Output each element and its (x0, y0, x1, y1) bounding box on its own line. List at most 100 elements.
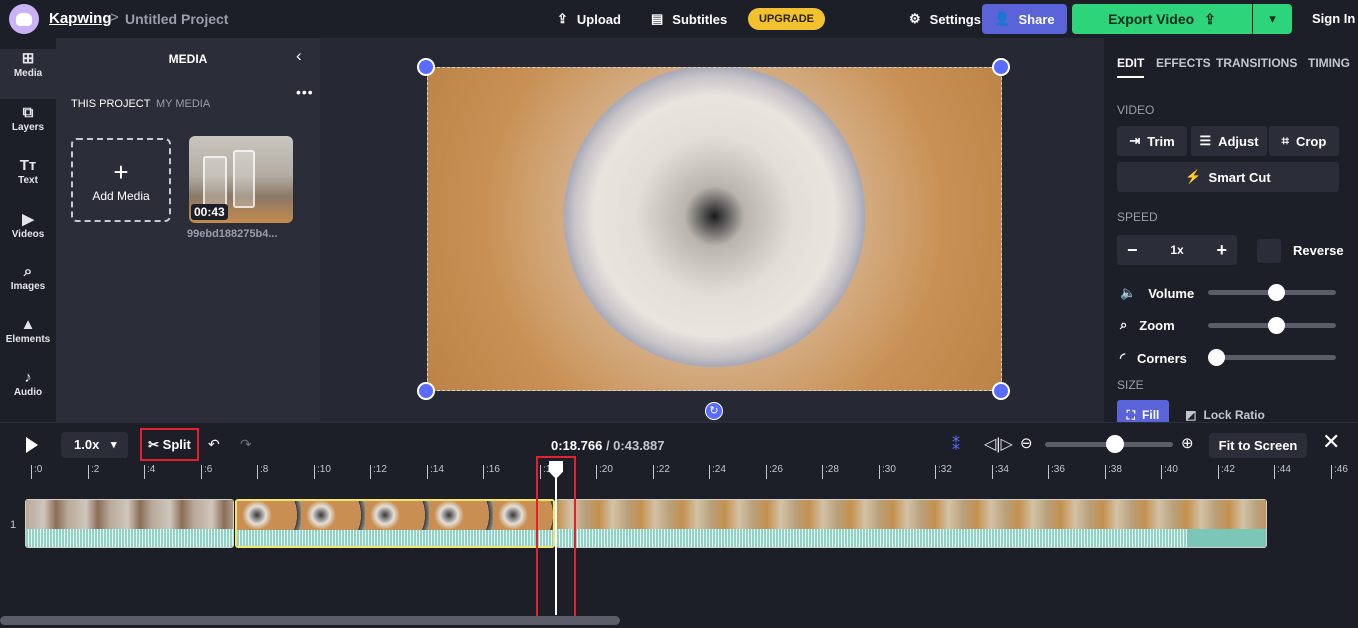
plus-icon[interactable]: + (1216, 240, 1227, 261)
smart-cut-button[interactable]: ⚡ Smart Cut (1117, 162, 1339, 192)
crop-icon: ⌗ (1281, 133, 1289, 148)
volume-slider[interactable] (1208, 284, 1336, 301)
ruler-tick: :20 (596, 465, 613, 479)
rotate-handle-icon[interactable]: ↻ (705, 402, 723, 420)
upgrade-button[interactable]: UPGRADE (748, 8, 825, 30)
split-view-icon[interactable]: ◁|▷ (984, 434, 1013, 454)
subtitles-icon: ▤ (651, 11, 664, 26)
close-icon[interactable]: ✕ (1322, 429, 1340, 455)
tab-my-media[interactable]: MY MEDIA (156, 98, 210, 110)
brand-link[interactable]: Kapwing (49, 10, 112, 27)
more-options-icon[interactable]: ••• (296, 84, 314, 100)
corners-slider[interactable] (1208, 349, 1336, 366)
playback-speed-select[interactable]: 1.0x ▾ (61, 432, 128, 458)
smart-cut-label: Smart Cut (1208, 169, 1271, 185)
zoom-slider[interactable] (1208, 317, 1336, 334)
canvas-area: ↻ (320, 38, 1104, 422)
volume-label: Volume (1148, 285, 1195, 301)
tool-images[interactable]: ⌕ Images (0, 263, 56, 313)
ruler-tick: :44 (1274, 465, 1291, 479)
adjust-icon: ☰ (1199, 133, 1212, 148)
volume-slider-knob[interactable] (1268, 284, 1285, 301)
play-icon[interactable] (26, 437, 38, 453)
tool-media[interactable]: ⊞ Media (0, 49, 56, 99)
tool-elements[interactable]: ▲ Elements (0, 316, 56, 366)
tool-videos[interactable]: ▶ Videos (0, 210, 56, 260)
ruler-tick: :26 (766, 465, 783, 479)
kapwing-logo[interactable] (9, 4, 39, 34)
tab-this-project[interactable]: THIS PROJECT (71, 98, 150, 110)
resize-handle-top-left[interactable] (417, 58, 435, 76)
ruler-tick: :2 (88, 465, 99, 479)
corners-row: ◜ Corners (1120, 350, 1187, 366)
timeline-zoom-slider[interactable] (1045, 435, 1173, 453)
tab-transitions[interactable]: TRANSITIONS (1216, 56, 1297, 70)
collapse-panel-icon[interactable]: ‹ (296, 46, 302, 66)
subtitles-label: Subtitles (672, 11, 728, 27)
timeline-zoom-knob[interactable] (1106, 435, 1124, 453)
corners-slider-knob[interactable] (1208, 349, 1225, 366)
current-time: 0:18.766 (551, 438, 603, 453)
speed-section-heading: SPEED (1117, 210, 1158, 224)
resize-handle-bottom-left[interactable] (417, 382, 435, 400)
timeline-clip-selected[interactable] (235, 499, 555, 548)
export-video-button[interactable]: Export Video ⇪ (1072, 4, 1252, 34)
zoom-out-icon[interactable]: ⊖ (1020, 434, 1033, 452)
trim-icon: ⇥ (1129, 133, 1141, 148)
tool-text[interactable]: Tт Text (0, 157, 56, 207)
add-media-button[interactable]: + Add Media (71, 138, 171, 222)
redo-icon[interactable]: ↷ (240, 436, 252, 453)
clip-waveform (237, 530, 553, 546)
fit-to-screen-button[interactable]: Fit to Screen (1209, 433, 1307, 458)
ruler-tick: :12 (370, 465, 387, 479)
lightning-icon: ⚡ (1185, 169, 1202, 184)
zoom-slider-knob[interactable] (1268, 317, 1285, 334)
share-button[interactable]: 👤 Share (982, 4, 1067, 34)
reverse-checkbox[interactable] (1257, 239, 1281, 263)
project-title[interactable]: Untitled Project (125, 11, 228, 27)
sign-in-link[interactable]: Sign In (1312, 11, 1355, 26)
lock-ratio-label: Lock Ratio (1203, 408, 1265, 422)
resize-handle-top-right[interactable] (992, 58, 1010, 76)
minus-icon[interactable]: − (1127, 240, 1138, 261)
timeline-ruler[interactable]: :0 :2 :4 :6 :8 :10 :12 :14 :16 :18 :20 :… (26, 465, 1358, 479)
lock-ratio-toggle[interactable]: ◩ Lock Ratio (1175, 400, 1275, 422)
crop-button[interactable]: ⌗ Crop (1269, 126, 1339, 156)
thumbnail-glass (203, 156, 227, 208)
ruler-tick: :6 (201, 465, 212, 479)
tab-timing[interactable]: TIMING (1308, 56, 1350, 70)
video-preview[interactable] (427, 67, 1002, 391)
split-button[interactable]: ✂ Split (140, 428, 199, 461)
subtitles-button[interactable]: ▤ Subtitles (651, 11, 727, 27)
upload-button[interactable]: ⇪ Upload (557, 11, 621, 27)
adjust-button[interactable]: ☰ Adjust (1191, 126, 1267, 156)
clip-frames (26, 500, 233, 529)
tab-effects[interactable]: EFFECTS (1156, 56, 1211, 70)
add-media-label: Add Media (92, 189, 150, 203)
plus-icon: + (113, 157, 129, 187)
tool-label: Media (13, 68, 43, 79)
tool-label: Elements (5, 334, 51, 345)
timecode: 0:18.766 / 0:43.887 (551, 438, 665, 453)
resize-handle-bottom-right[interactable] (992, 382, 1010, 400)
scissors-icon: ✂ (148, 437, 160, 452)
timeline-clip[interactable] (556, 499, 1267, 548)
ruler-tick: :4 (144, 465, 155, 479)
snap-icon[interactable]: ⁑ (952, 435, 960, 455)
undo-icon[interactable]: ↶ (208, 436, 220, 453)
export-options-dropdown[interactable]: ▾ (1253, 4, 1292, 34)
settings-button[interactable]: ⚙ Settings (909, 11, 981, 27)
ruler-tick: :8 (257, 465, 268, 479)
trim-button[interactable]: ⇥ Trim (1117, 126, 1187, 156)
tool-layers[interactable]: ⧉ Layers (0, 104, 56, 154)
timeline-scrollbar[interactable] (0, 616, 620, 625)
fill-button[interactable]: ⛶ Fill (1117, 400, 1169, 422)
ruler-tick: :22 (653, 465, 670, 479)
media-thumbnail[interactable]: 00:43 (189, 136, 293, 223)
tool-audio[interactable]: ♪ Audio (0, 369, 56, 419)
timeline-clip[interactable] (25, 499, 234, 548)
zoom-in-icon[interactable]: ⊕ (1181, 434, 1194, 452)
tab-edit[interactable]: EDIT (1117, 56, 1145, 78)
ruler-tick: :0 (31, 465, 42, 479)
media-filename: 99ebd188275b4... (187, 228, 278, 240)
